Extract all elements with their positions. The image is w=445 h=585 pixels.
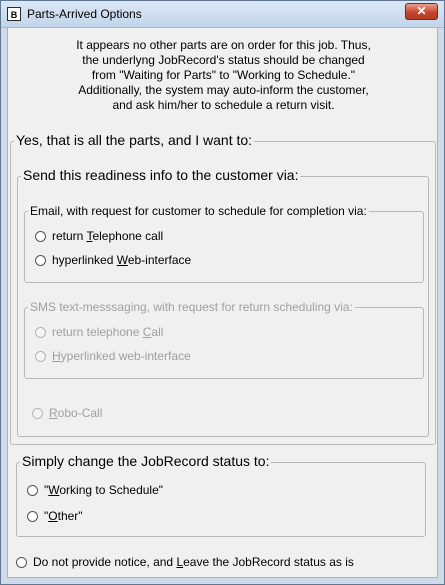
radio-circle <box>35 350 46 362</box>
radio-label: Hyperlinked web-interface <box>52 349 191 363</box>
no-notice-radio[interactable]: Do not provide notice, and Leave the Job… <box>16 555 354 569</box>
robocall-radio[interactable]: Robo-Call <box>32 406 102 420</box>
sms-telephone-radio[interactable]: return telephone Call <box>35 325 163 339</box>
radio-circle <box>35 326 46 338</box>
email-web-radio[interactable]: hyperlinked Web-interface <box>35 253 191 267</box>
dialog-body: It appears no other parts are on order f… <box>7 27 438 578</box>
radio-circle <box>16 556 27 568</box>
radio-circle <box>35 254 46 266</box>
group-yes: Yes, that is all the parts, and I want t… <box>10 132 436 445</box>
radio-circle <box>27 510 38 522</box>
sms-web-radio[interactable]: Hyperlinked web-interface <box>35 349 191 363</box>
group-email: Email, with request for customer to sche… <box>24 204 424 283</box>
group-sms: SMS text-messsaging, with request for re… <box>24 300 424 379</box>
radio-circle <box>35 230 46 242</box>
info-message: It appears no other parts are on order f… <box>76 38 371 112</box>
status-working-radio[interactable]: "Working to Schedule" <box>27 483 163 497</box>
radio-label: "Other" <box>44 509 83 523</box>
group-send: Send this readiness info to the customer… <box>17 167 429 437</box>
radio-label: return telephone Call <box>52 325 164 339</box>
app-icon[interactable]: B <box>7 7 21 21</box>
radio-label: Do not provide notice, and Leave the Job… <box>33 555 354 569</box>
group-status-label: Simply change the JobRecord status to: <box>20 453 272 469</box>
group-yes-label: Yes, that is all the parts, and I want t… <box>14 132 255 148</box>
status-other-radio[interactable]: "Other" <box>27 509 83 523</box>
radio-label: Robo-Call <box>49 406 103 420</box>
close-button[interactable]: ✕ <box>405 3 438 20</box>
group-email-label: Email, with request for customer to sche… <box>28 204 369 218</box>
radio-label: hyperlinked Web-interface <box>52 253 192 267</box>
email-telephone-radio[interactable]: return Telephone call <box>35 229 163 243</box>
group-status: Simply change the JobRecord status to: "… <box>16 453 426 537</box>
radio-circle <box>32 407 43 419</box>
group-send-label: Send this readiness info to the customer… <box>21 167 301 183</box>
group-sms-label: SMS text-messsaging, with request for re… <box>28 300 355 314</box>
radio-label: "Working to Schedule" <box>44 483 164 497</box>
window-title: Parts-Arrived Options <box>27 7 142 21</box>
radio-circle <box>27 484 38 496</box>
dialog-window: B Parts-Arrived Options ✕ It appears no … <box>0 0 445 585</box>
radio-label: return Telephone call <box>52 229 164 243</box>
title-bar[interactable]: B Parts-Arrived Options ✕ <box>1 1 444 28</box>
